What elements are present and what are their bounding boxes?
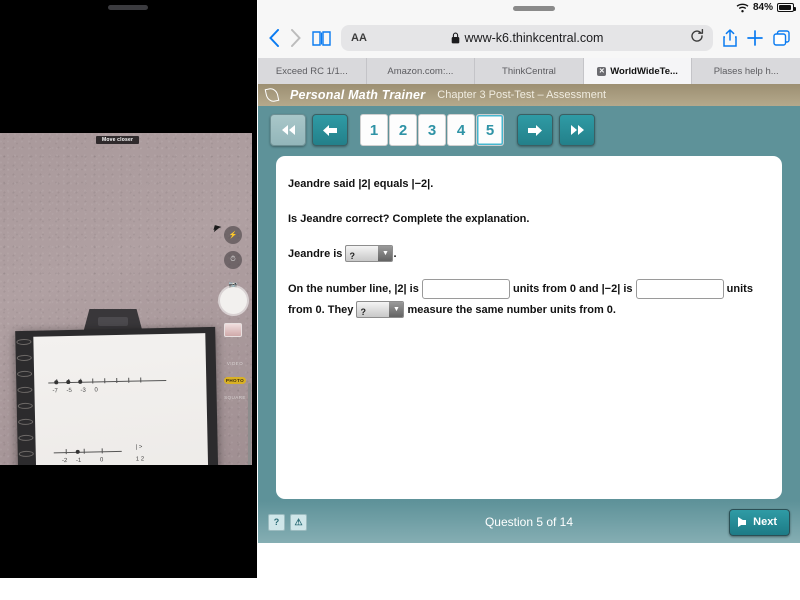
line4-part1: On the number line, |2| is (288, 282, 419, 295)
tabs-icon[interactable] (773, 30, 790, 46)
line4-part2: units from 0 and |−2| is (512, 282, 633, 295)
last-question-button[interactable] (559, 114, 595, 146)
caret-down-icon: ▼ (378, 246, 393, 262)
book-icon[interactable] (312, 30, 331, 46)
page-button-3[interactable]: 3 (418, 114, 446, 146)
skip-back-icon (281, 125, 295, 135)
next-question-button[interactable] (517, 114, 553, 146)
app-header: Personal Math Trainer Chapter 3 Post-Tes… (258, 84, 800, 106)
arrow-right-icon (738, 517, 747, 527)
screen: -7 -5 -3 0 -2 -1 0 | > 1 2 Move closer ⚡… (0, 0, 800, 600)
line5-part1: from 0. They (288, 303, 354, 316)
window-drag-handle[interactable] (513, 6, 555, 11)
tab-label: WorldWideTe... (610, 65, 678, 77)
close-icon[interactable]: ✕ (597, 66, 607, 76)
url-text: www-k6.thinkcentral.com (464, 31, 604, 45)
tab-label: Amazon.com:... (387, 65, 454, 77)
page-button-1[interactable]: 1 (360, 114, 388, 146)
timer-icon[interactable]: ⏱ (224, 251, 242, 269)
line4-part3: units (726, 282, 753, 295)
safari-window: 84% AA www-k6.thinkcentral.com Exceed RC… (258, 0, 800, 600)
lock-icon (451, 32, 459, 44)
status-indicators: 84% (736, 2, 796, 13)
app-title: Personal Math Trainer (290, 88, 426, 102)
move-closer-banner: Move closer (96, 136, 140, 144)
assessment-subtitle: Chapter 3 Post-Test – Assessment (437, 89, 607, 101)
warning-triangle-icon[interactable]: ⚠ (290, 513, 307, 531)
dropdown-value: ? (360, 307, 366, 318)
question-line-2: Is Jeandre correct? Complete the explana… (288, 212, 530, 225)
camera-controls: ⚡ ⏱ 📷 VIDEO PHOTO SQUARE (218, 133, 252, 465)
tab-bar: Exceed RC 1/1... Amazon.com:... ThinkCen… (258, 58, 800, 84)
answer-input-1[interactable] (421, 278, 510, 299)
question-mark-icon[interactable]: ? (268, 513, 285, 531)
question-nav: 1 2 3 4 5 (258, 106, 800, 152)
page-button-2[interactable]: 2 (389, 114, 417, 146)
text-size-button[interactable]: AA (351, 32, 367, 44)
question-counter: Question 5 of 14 (484, 515, 574, 529)
flash-icon[interactable]: ⚡ (224, 226, 242, 244)
wifi-icon (736, 3, 749, 12)
drag-handle[interactable] (108, 5, 148, 10)
next-button[interactable]: Next (729, 508, 790, 536)
reload-icon[interactable] (690, 28, 704, 48)
arrow-right-icon (528, 124, 542, 136)
mode-video[interactable]: VIDEO (218, 361, 252, 366)
line5-part2: measure the same number units from 0. (407, 303, 616, 316)
question-line-4: On the number line, |2| is units from 0 … (288, 278, 770, 321)
question-line-3: Jeandre is ? ▼ . (288, 244, 770, 265)
skip-forward-icon (570, 125, 584, 135)
page-button-5-current[interactable]: 5 (476, 114, 504, 146)
battery-icon (777, 3, 796, 12)
tab-2[interactable]: ThinkCentral (475, 58, 584, 84)
tab-3-active[interactable]: ✕ WorldWideTe... (583, 58, 693, 84)
address-bar[interactable]: AA www-k6.thinkcentral.com (341, 25, 713, 51)
chevron-right-icon (290, 29, 302, 47)
line3-prefix: Jeandre is (288, 247, 343, 260)
battery-percent: 84% (752, 2, 773, 13)
caret-down-icon: ▼ (389, 302, 404, 318)
question-card: Jeandre said |2| equals |−2|. Is Jeandre… (276, 156, 782, 499)
answer-dropdown-1[interactable]: ? ▼ (345, 245, 394, 263)
notebook: -7 -5 -3 0 -2 -1 0 | > 1 2 (15, 326, 221, 465)
mouse-cursor-icon (213, 225, 222, 232)
camera-pane: -7 -5 -3 0 -2 -1 0 | > 1 2 Move closer ⚡… (0, 0, 257, 578)
last-photo-thumbnail[interactable] (224, 323, 242, 337)
app-body: 1 2 3 4 5 Jeandre said |2| equals |−2|. (258, 106, 800, 543)
tab-label: ThinkCentral (502, 65, 556, 77)
plus-icon[interactable] (747, 30, 763, 46)
previous-question-button[interactable] (312, 114, 348, 146)
answer-input-2[interactable] (635, 278, 724, 299)
mode-photo[interactable]: PHOTO (224, 377, 246, 384)
arrow-left-icon (323, 124, 337, 136)
camera-viewfinder[interactable]: -7 -5 -3 0 -2 -1 0 | > 1 2 (0, 133, 252, 465)
tab-0[interactable]: Exceed RC 1/1... (258, 58, 367, 84)
shutter-button[interactable] (220, 287, 247, 314)
share-icon[interactable] (723, 29, 737, 47)
notebook-page: -7 -5 -3 0 -2 -1 0 | > 1 2 (33, 333, 211, 465)
question-line-1: Jeandre said |2| equals |−2|. (288, 178, 434, 190)
chevron-left-icon[interactable] (268, 29, 280, 47)
page-button-4[interactable]: 4 (447, 114, 475, 146)
mode-square[interactable]: SQUARE (218, 395, 252, 400)
leaf-logo-icon (264, 86, 280, 104)
tab-4[interactable]: Plases help h... (692, 58, 800, 84)
status-bar: 84% (258, 0, 800, 18)
next-label: Next (753, 516, 777, 528)
dropdown-value: ? (349, 251, 355, 262)
tab-label: Plases help h... (713, 65, 779, 77)
tab-label: Exceed RC 1/1... (275, 65, 348, 77)
browser-toolbar: AA www-k6.thinkcentral.com (258, 18, 800, 58)
first-question-button[interactable] (270, 114, 306, 146)
answer-dropdown-2[interactable]: ? ▼ (356, 301, 405, 319)
line3-suffix: . (393, 247, 397, 260)
app-footer: ? ⚠ Question 5 of 14 Next (258, 501, 800, 543)
page-buttons: 1 2 3 4 5 (360, 114, 505, 146)
tab-1[interactable]: Amazon.com:... (367, 58, 476, 84)
